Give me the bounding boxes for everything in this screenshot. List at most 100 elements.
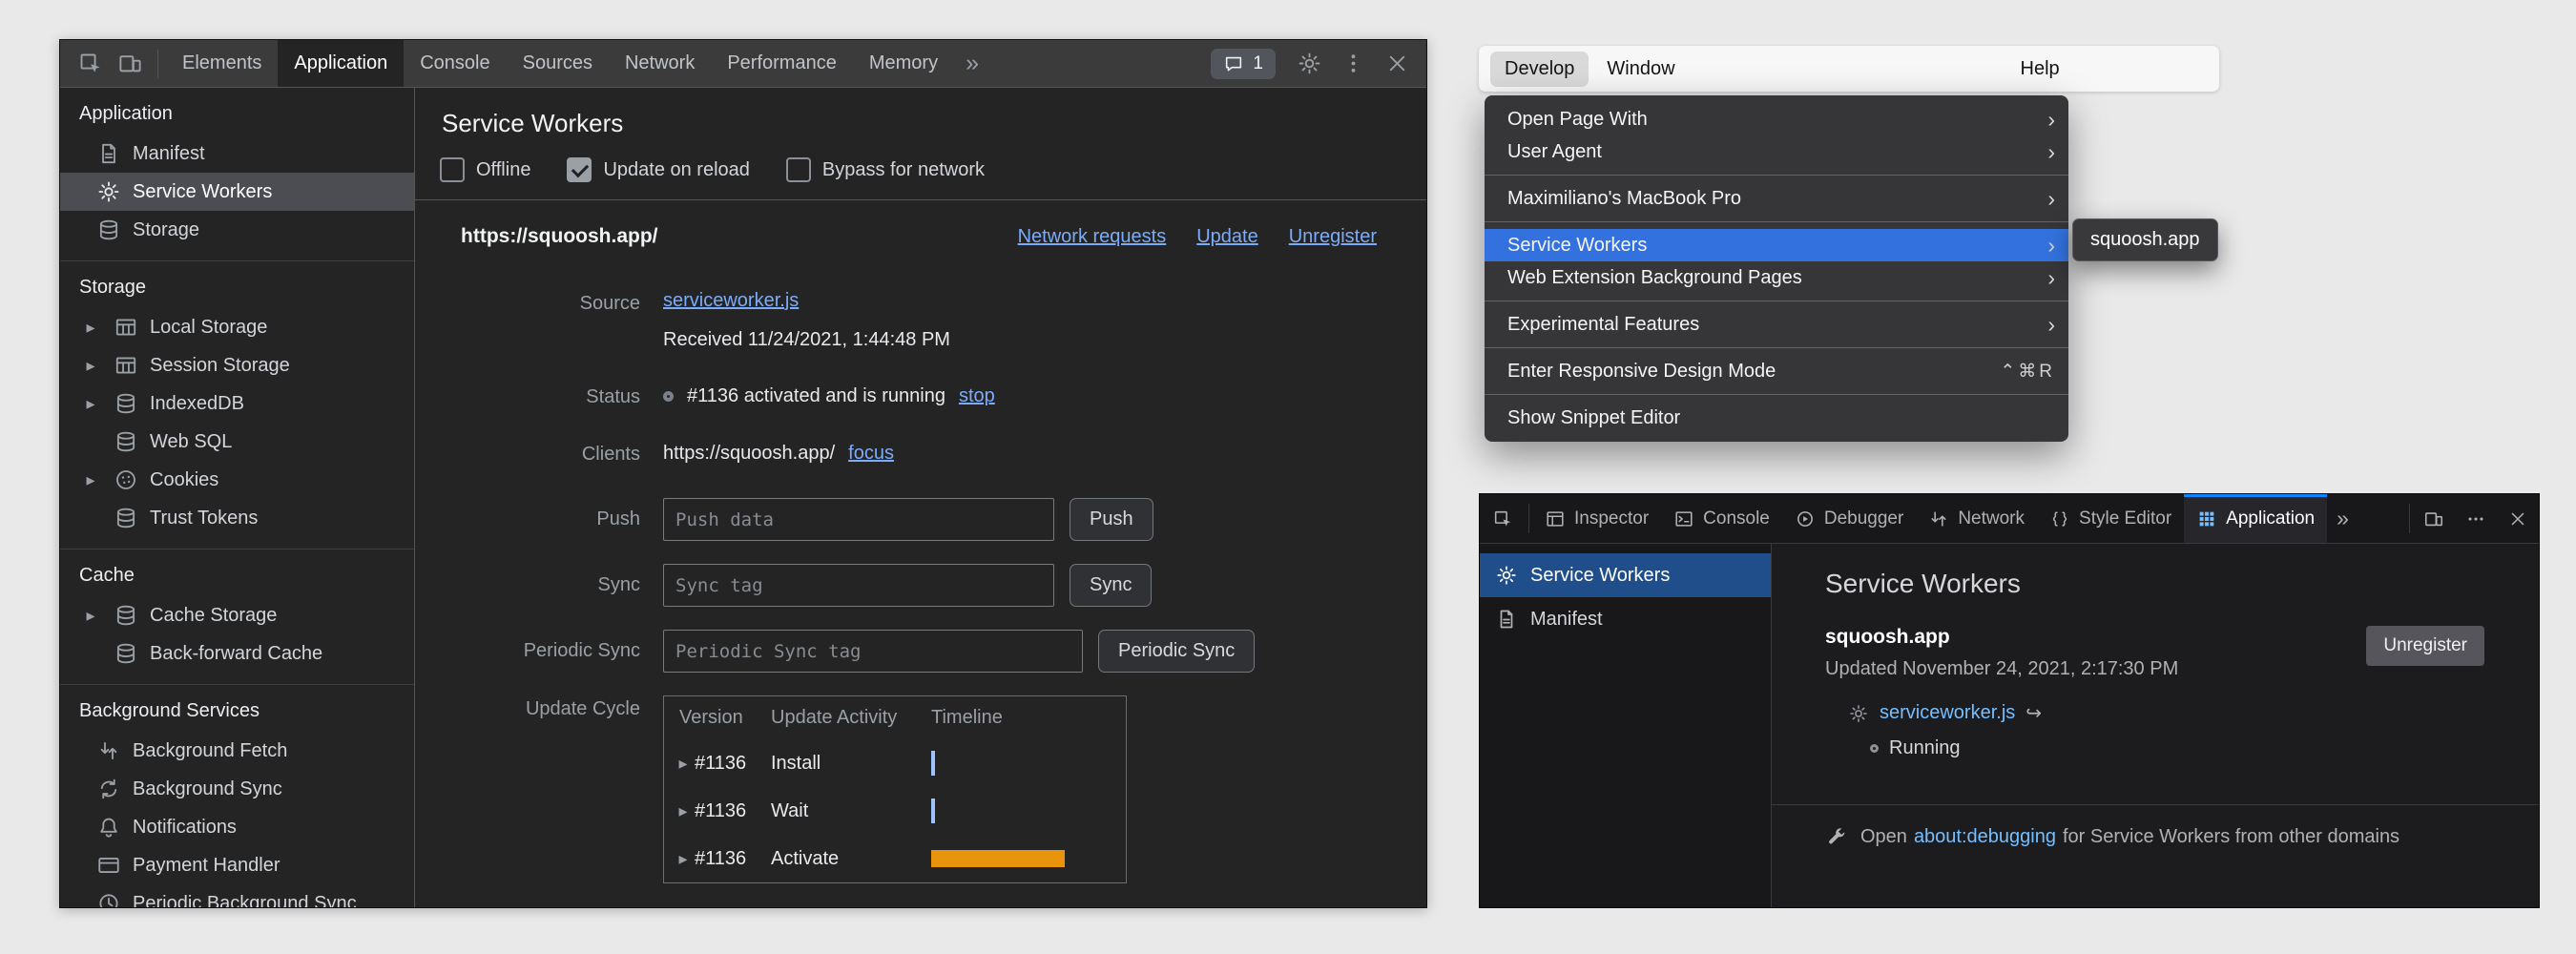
menu-item-label: Maximiliano's MacBook Pro [1507,188,2047,210]
tab-memory[interactable]: Memory [853,40,954,87]
sidebar-item-notifications[interactable]: Notifications [60,808,414,846]
sidebar-item-trust-tokens[interactable]: Trust Tokens [60,499,414,537]
meatball-menu-button[interactable] [2455,494,2497,543]
tab-console[interactable]: Console [404,40,506,87]
expander-icon[interactable]: ▸ [672,849,695,869]
sidebar-item-service-workers[interactable]: Service Workers [60,173,414,211]
sidebar-item-indexeddb[interactable]: ▸ IndexedDB [60,384,414,423]
table-row[interactable]: ▸ #1136 Wait [664,787,1126,835]
checkbox-box[interactable] [440,157,465,182]
tab-sources[interactable]: Sources [507,40,609,87]
periodic-sync-input[interactable] [663,630,1083,673]
settings-button[interactable] [1289,44,1329,84]
checkbox-box[interactable] [786,157,811,182]
tab-inspector[interactable]: Inspector [1532,494,1661,543]
tab-console[interactable]: Console [1661,494,1782,543]
kebab-menu-button[interactable] [1333,44,1373,84]
update-link[interactable]: Update [1196,226,1258,248]
submenu-item-squoosh-app[interactable]: squoosh.app [2090,229,2200,250]
sidebar-item-periodic-background-sync[interactable]: Periodic Background Sync [60,884,414,907]
more-tabs-icon[interactable]: » [2327,494,2358,543]
sidebar-item-back-forward-cache[interactable]: Back-forward Cache [60,634,414,673]
inspect-element-button[interactable] [70,44,110,84]
push-input[interactable] [663,498,1054,541]
tab-elements[interactable]: Elements [166,40,278,87]
worker-file-link[interactable]: serviceworker.js [1880,702,2015,724]
sidebar-item-cookies[interactable]: ▸ Cookies [60,461,414,499]
focus-link[interactable]: focus [848,443,894,465]
menubar-item-window[interactable]: Window [1592,52,1689,87]
periodic-sync-button[interactable]: Periodic Sync [1098,630,1255,673]
unregister-link[interactable]: Unregister [1289,226,1377,248]
push-button[interactable]: Push [1070,498,1153,541]
menu-item-service-workers[interactable]: Service Workers › [1485,229,2068,261]
kebab-menu-icon [1340,51,1366,76]
network-requests-link[interactable]: Network requests [1018,226,1167,248]
device-toolbar-button[interactable] [110,44,150,84]
menubar-item-develop[interactable]: Develop [1490,52,1589,87]
close-button[interactable] [2497,494,2539,543]
menu-item-show-snippet-editor[interactable]: Show Snippet Editor [1485,402,2068,434]
field-label: Push [461,508,640,530]
sidebar-item-local-storage[interactable]: ▸ Local Storage [60,308,414,346]
tab-application[interactable]: Application [278,40,404,87]
table-row[interactable]: ▸ #1136 Activate [664,835,1126,882]
origin-row: squoosh.app Updated November 24, 2021, 2… [1825,626,2484,680]
sync-input[interactable] [663,564,1054,607]
inspect-cursor-icon [77,51,103,76]
menu-separator [1485,221,2068,222]
tab-application[interactable]: Application [2184,494,2327,543]
sidebar-item-payment-handler[interactable]: Payment Handler [60,846,414,884]
menu-item-experimental-features[interactable]: Experimental Features › [1485,308,2068,341]
tab-network[interactable]: Network [1916,494,2037,543]
tab-debugger[interactable]: Debugger [1782,494,1916,543]
sidebar-item-storage[interactable]: Storage [60,211,414,249]
more-tabs-icon[interactable]: » [954,40,990,87]
sidebar-item-manifest[interactable]: Manifest [60,135,414,173]
worker-icon [1848,703,1869,724]
sidebar-section-background-services: Background Services Background Fetch Bac… [60,684,414,907]
sync-button[interactable]: Sync [1070,564,1152,607]
checkbox-box[interactable] [567,157,592,182]
expander-icon[interactable]: ▸ [672,801,695,821]
sidebar-item-session-storage[interactable]: ▸ Session Storage [60,346,414,384]
pick-element-button[interactable] [1480,494,1526,543]
jump-to-debugger-icon[interactable]: ↪ [2025,701,2042,725]
about-debugging-link[interactable]: about:debugging [1914,826,2056,848]
close-button[interactable] [1377,44,1417,84]
expander-icon[interactable]: ▸ [79,470,102,490]
console-messages-badge[interactable]: 1 [1211,49,1276,79]
activity-cell: Install [771,753,931,775]
update-on-reload-checkbox[interactable]: Update on reload [567,157,749,182]
sidebar-item-manifest[interactable]: Manifest [1480,597,1771,641]
stop-link[interactable]: stop [959,385,995,407]
source-file-link[interactable]: serviceworker.js [663,290,799,311]
expander-icon[interactable]: ▸ [79,318,102,338]
table-row[interactable]: ▸ #1136 Install [664,739,1126,787]
expander-icon[interactable]: ▸ [79,606,102,626]
bypass-for-network-checkbox[interactable]: Bypass for network [786,157,985,182]
section-title: Application [60,88,414,135]
responsive-design-button[interactable] [2413,494,2455,543]
sidebar-item-web-sql[interactable]: Web SQL [60,423,414,461]
sw-origin: squoosh.app [1825,626,2178,649]
menu-item-web-extension-background-pages[interactable]: Web Extension Background Pages › [1485,261,2068,294]
tab-network[interactable]: Network [609,40,711,87]
sidebar-item-background-sync[interactable]: Background Sync [60,770,414,808]
tab-label: Style Editor [2079,508,2171,529]
expander-icon[interactable]: ▸ [79,394,102,414]
menu-item-macbook-pro[interactable]: Maximiliano's MacBook Pro › [1485,182,2068,215]
menu-item-user-agent[interactable]: User Agent › [1485,135,2068,168]
expander-icon[interactable]: ▸ [79,356,102,376]
tab-style-editor[interactable]: Style Editor [2037,494,2184,543]
unregister-button[interactable]: Unregister [2366,626,2484,666]
menu-item-open-page-with[interactable]: Open Page With › [1485,103,2068,135]
tab-performance[interactable]: Performance [711,40,853,87]
offline-checkbox[interactable]: Offline [440,157,530,182]
sidebar-item-background-fetch[interactable]: Background Fetch [60,732,414,770]
sidebar-item-service-workers[interactable]: Service Workers [1480,553,1771,597]
expander-icon[interactable]: ▸ [672,754,695,774]
menu-item-enter-responsive-design-mode[interactable]: Enter Responsive Design Mode ⌃⌘R [1485,355,2068,387]
sidebar-item-cache-storage[interactable]: ▸ Cache Storage [60,596,414,634]
menubar-item-help[interactable]: Help [2006,52,2074,87]
